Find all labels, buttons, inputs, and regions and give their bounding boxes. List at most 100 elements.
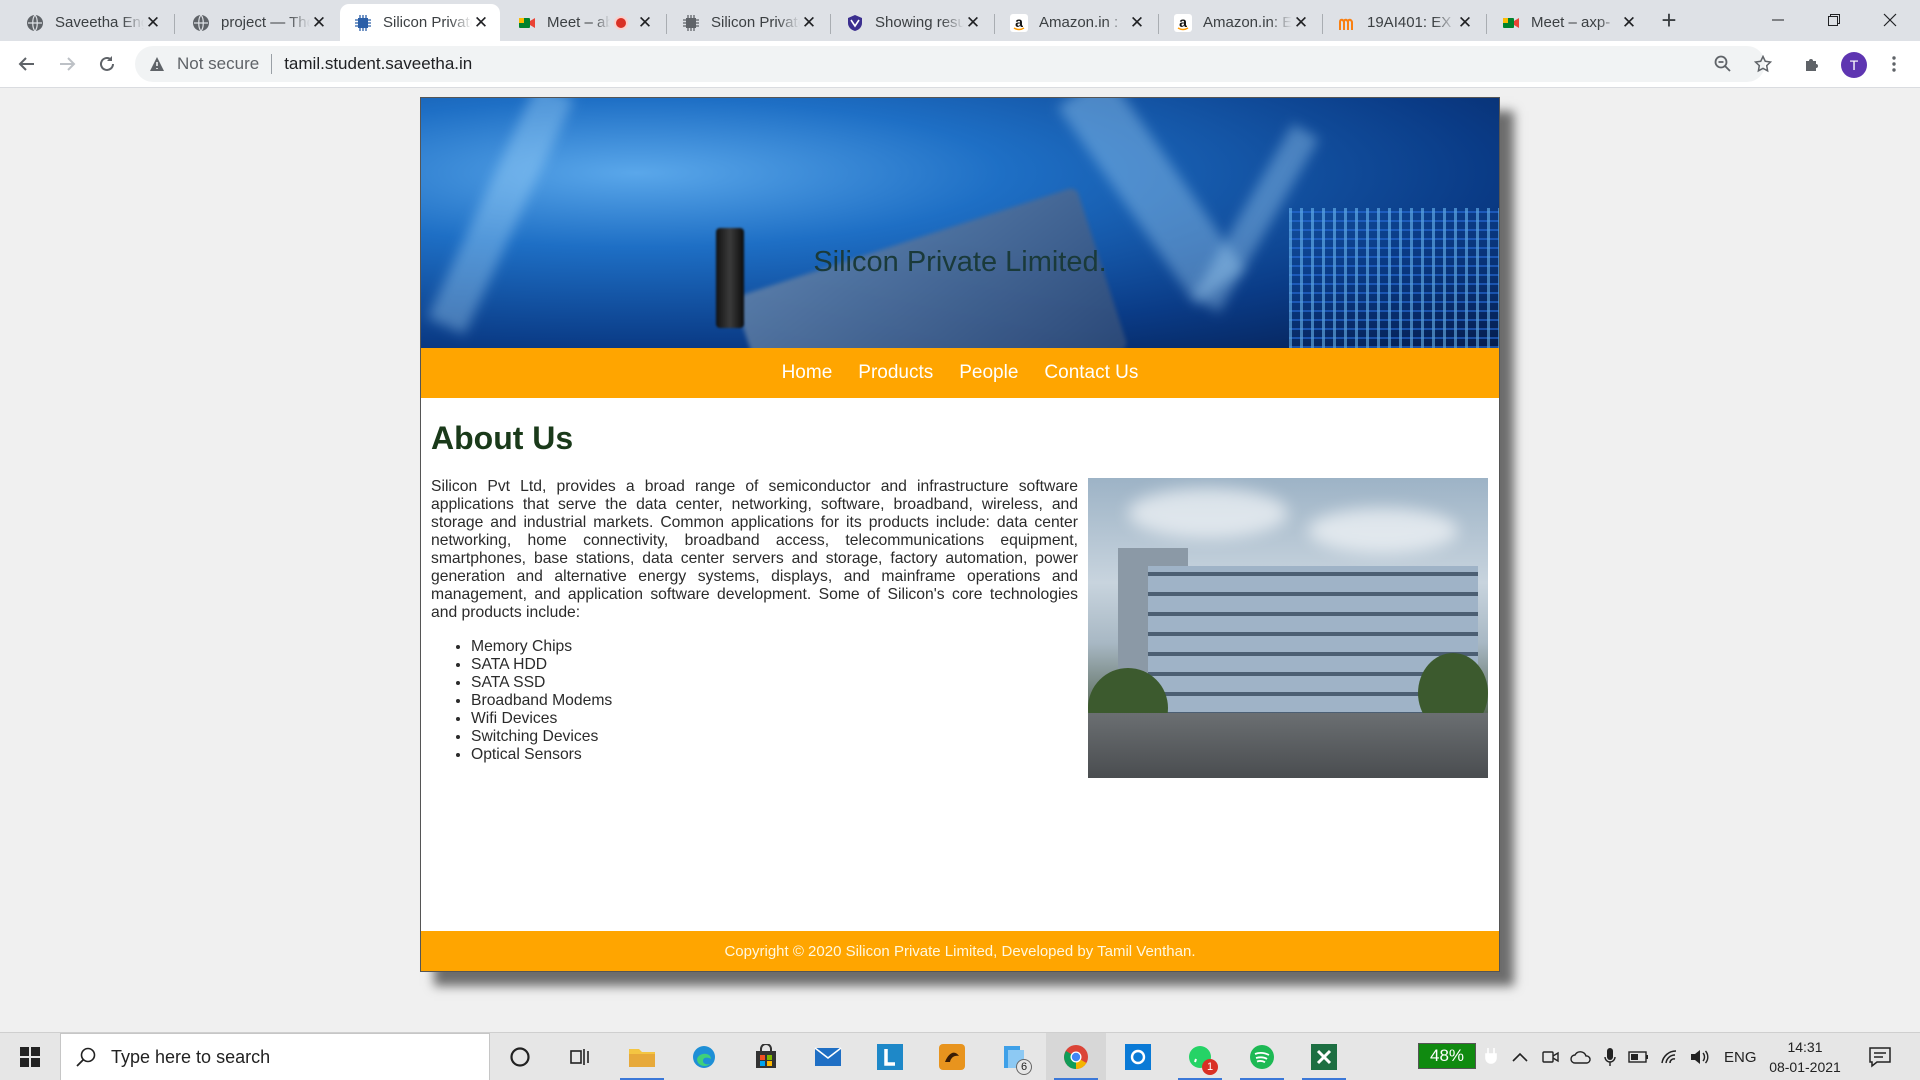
close-icon[interactable]: ✕ <box>964 13 982 33</box>
amazon-icon: a <box>1010 13 1028 32</box>
address-bar[interactable]: Not secure tamil.student.saveetha.in <box>135 46 1765 82</box>
volume-icon[interactable] <box>1690 1033 1710 1080</box>
tab-amazon-1[interactable]: a Amazon.in : ✕ <box>996 4 1156 41</box>
tab-moodle[interactable]: 19AI401: EX ✕ <box>1324 4 1484 41</box>
mail-icon[interactable] <box>798 1033 858 1080</box>
spotify-icon[interactable] <box>1232 1033 1292 1080</box>
tab-divider <box>1322 14 1323 34</box>
tab-divider <box>1158 14 1159 34</box>
minimize-button[interactable] <box>1750 0 1806 40</box>
chip-icon <box>354 14 372 32</box>
tab-showing-results[interactable]: Showing results ✕ <box>832 4 992 41</box>
copyright-text: Copyright © 2020 Silicon Private Limited… <box>724 942 1196 960</box>
microphone-icon[interactable] <box>1604 1033 1616 1080</box>
omnibox-divider <box>271 54 273 74</box>
wifi-icon[interactable] <box>1660 1033 1680 1080</box>
tab-silicon[interactable]: Silicon Private Limited ✕ <box>668 4 828 41</box>
tab-title: Meet – axp- <box>1531 14 1611 31</box>
excel-icon[interactable] <box>1294 1033 1354 1080</box>
chevron-up-icon[interactable] <box>1512 1033 1528 1080</box>
cloud-shape <box>1308 508 1458 553</box>
files-app-icon[interactable]: 6 <box>984 1033 1044 1080</box>
tab-title: Meet – abc <box>547 14 610 31</box>
close-icon[interactable]: ✕ <box>310 13 328 33</box>
bookmark-star-icon[interactable] <box>1749 50 1777 78</box>
chip-icon <box>682 14 700 32</box>
store-icon[interactable] <box>736 1033 796 1080</box>
reload-button[interactable] <box>92 49 122 79</box>
meet-tray-icon[interactable] <box>1542 1033 1560 1080</box>
nav-products[interactable]: Products <box>858 362 933 384</box>
menu-icon[interactable] <box>1880 50 1908 78</box>
main-content: About Us Silicon Pvt Ltd, provides a bro… <box>421 398 1499 933</box>
close-icon[interactable]: ✕ <box>1128 13 1146 33</box>
moodle-icon <box>1338 14 1356 32</box>
tab-saveetha[interactable]: Saveetha Engineering College ✕ <box>12 4 172 41</box>
start-button[interactable] <box>0 1033 60 1080</box>
tab-meet[interactable]: Meet – axp- ✕ <box>1488 4 1648 41</box>
close-icon[interactable]: ✕ <box>636 13 654 33</box>
site-container: Silicon Private Limited. Home Products P… <box>420 97 1500 972</box>
battery-indicator[interactable]: 48% <box>1418 1043 1476 1069</box>
zoom-icon[interactable] <box>1709 50 1737 78</box>
profile-avatar[interactable]: T <box>1841 52 1867 78</box>
extensions-icon[interactable] <box>1798 50 1826 78</box>
new-tab-button[interactable]: + <box>1654 6 1684 36</box>
tab-divider <box>1486 14 1487 34</box>
file-count-badge: 6 <box>1016 1059 1032 1075</box>
meet-icon <box>1502 14 1520 32</box>
tab-divider <box>666 14 667 34</box>
list-item: Optical Sensors <box>471 746 612 764</box>
cortana-icon[interactable] <box>490 1033 550 1080</box>
notification-center-icon[interactable] <box>1868 1033 1892 1080</box>
office-building-image <box>1088 478 1488 778</box>
close-window-button[interactable] <box>1862 0 1918 40</box>
shield-icon <box>846 14 864 32</box>
taskbar-search-box[interactable] <box>60 1033 490 1080</box>
task-view-icon[interactable] <box>550 1033 610 1080</box>
close-icon[interactable]: ✕ <box>1456 13 1474 33</box>
language-indicator[interactable]: ENG <box>1724 1033 1757 1080</box>
game-app-icon[interactable] <box>922 1033 982 1080</box>
list-item: Broadband Modems <box>471 692 612 710</box>
clock-date: 08-01-2021 <box>1769 1059 1841 1075</box>
warning-icon <box>149 56 167 72</box>
close-icon[interactable]: ✕ <box>800 13 818 33</box>
svg-text:a: a <box>1179 14 1187 30</box>
tab-title: Showing results <box>875 14 964 31</box>
close-icon[interactable]: ✕ <box>144 13 162 33</box>
tab-amazon-2[interactable]: a Amazon.in: Electronics ✕ <box>1160 4 1320 41</box>
nav-home[interactable]: Home <box>782 362 833 384</box>
search-input[interactable] <box>111 1046 471 1068</box>
cortana-app-icon[interactable] <box>1108 1033 1168 1080</box>
globe-icon <box>192 14 210 32</box>
tab-meet-recording[interactable]: Meet – abc ✕ <box>504 4 664 41</box>
close-icon[interactable]: ✕ <box>1292 13 1310 33</box>
file-explorer-icon[interactable] <box>612 1033 672 1080</box>
windows-taskbar: 6 1 48% ENG 14:31 08-01-2021 <box>0 1032 1920 1080</box>
tab-silicon-active[interactable]: Silicon Private Limited ✕ <box>340 4 500 41</box>
learn-app-icon[interactable] <box>860 1033 920 1080</box>
nav-contact-us[interactable]: Contact Us <box>1044 362 1138 384</box>
back-button[interactable] <box>12 49 42 79</box>
security-status[interactable]: Not secure <box>177 54 259 74</box>
forward-button[interactable] <box>52 49 82 79</box>
battery-tray-icon[interactable] <box>1628 1033 1650 1080</box>
edge-icon[interactable] <box>674 1033 734 1080</box>
close-icon[interactable]: ✕ <box>1620 13 1638 33</box>
whatsapp-icon[interactable]: 1 <box>1170 1033 1230 1080</box>
tab-title: 19AI401: EX <box>1367 14 1452 31</box>
nav-people[interactable]: People <box>959 362 1018 384</box>
chrome-icon[interactable] <box>1046 1033 1106 1080</box>
url-text[interactable]: tamil.student.saveetha.in <box>284 54 472 74</box>
restore-button[interactable] <box>1806 0 1862 40</box>
onedrive-icon[interactable] <box>1570 1033 1592 1080</box>
list-item: Switching Devices <box>471 728 612 746</box>
tab-project[interactable]: project — Thonny ✕ <box>178 4 338 41</box>
close-icon[interactable]: ✕ <box>472 13 490 33</box>
site-title: Silicon Private Limited. <box>813 246 1107 278</box>
list-item: SATA HDD <box>471 656 612 674</box>
list-item: Memory Chips <box>471 638 612 656</box>
amazon-icon: a <box>1174 13 1192 32</box>
clock[interactable]: 14:31 08-01-2021 <box>1760 1037 1850 1077</box>
